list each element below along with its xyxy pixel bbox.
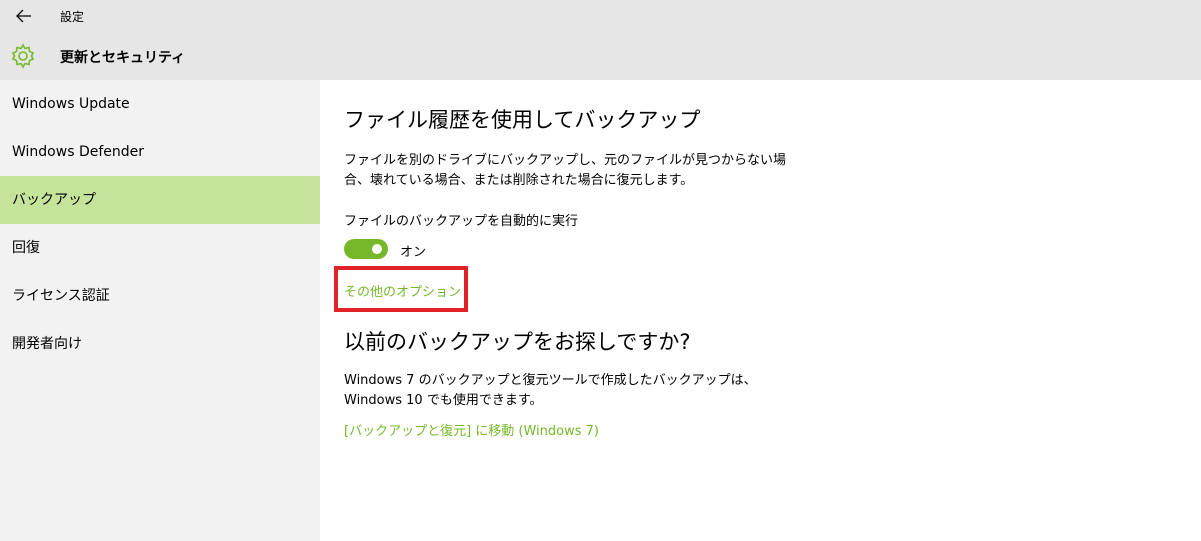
gear-icon <box>11 43 35 69</box>
backup-restore-link[interactable]: [バックアップと復元] に移動 (Windows 7) <box>344 420 599 439</box>
back-button[interactable] <box>8 4 40 28</box>
more-options-link[interactable]: その他のオプション <box>344 281 461 300</box>
sidebar: Windows Update Windows Defender バックアップ 回… <box>0 80 320 541</box>
app-title: 設定 <box>60 10 85 24</box>
section-heading-previous-backup: 以前のバックアップをお探しですか? <box>344 330 691 354</box>
sidebar-item-windows-update[interactable]: Windows Update <box>0 80 320 128</box>
sidebar-item-windows-defender[interactable]: Windows Defender <box>0 128 320 176</box>
sidebar-item-activation[interactable]: ライセンス認証 <box>0 272 320 320</box>
page-header: 更新とセキュリティ <box>0 32 1201 80</box>
auto-backup-toggle[interactable] <box>344 239 388 259</box>
main-content: ファイル履歴を使用してバックアップ ファイルを別のドライブにバックアップし、元の… <box>320 80 1201 541</box>
sidebar-item-backup[interactable]: バックアップ <box>0 176 320 224</box>
section-heading-file-history: ファイル履歴を使用してバックアップ <box>344 108 701 132</box>
toggle-knob <box>372 244 382 254</box>
toggle-state-text: オン <box>400 245 427 260</box>
sidebar-item-recovery[interactable]: 回復 <box>0 224 320 272</box>
file-history-description: ファイルを別のドライブにバックアップし、元のファイルが見つからない場合、壊れてい… <box>344 153 787 188</box>
sidebar-item-for-developers[interactable]: 開発者向け <box>0 320 320 368</box>
previous-backup-description: Windows 7 のバックアップと復元ツールで作成したバックアップは、Wind… <box>344 373 757 408</box>
page-title: 更新とセキュリティ <box>60 50 186 66</box>
auto-backup-label: ファイルのバックアップを自動的に実行 <box>344 214 579 229</box>
back-arrow-icon <box>16 9 31 23</box>
title-bar: 設定 <box>0 0 1201 32</box>
